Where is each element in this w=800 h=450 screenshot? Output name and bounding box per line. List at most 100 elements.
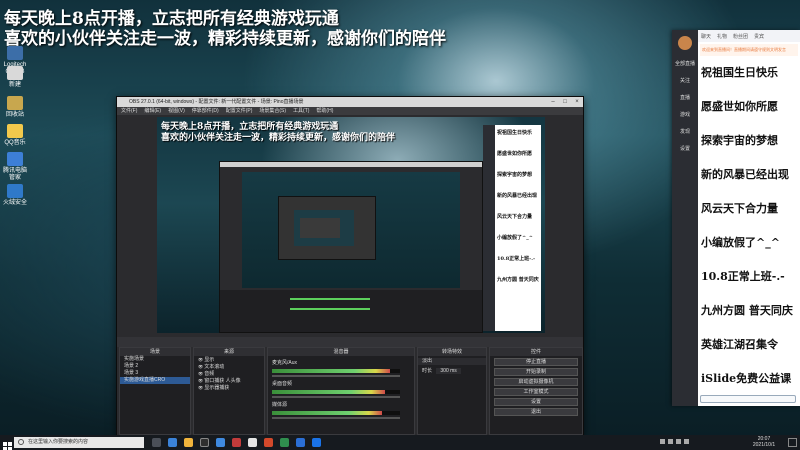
- mini-chat-message: 10.8正常上班-.-: [497, 256, 536, 262]
- taskbar-search-input[interactable]: 在这里输入你要搜索的内容: [14, 437, 144, 448]
- stream-overlay-line-2: 喜欢的小伙伴关注走一波，精彩持续更新，感谢你们的陪伴: [4, 29, 446, 49]
- mini-chat-message: 九州方圆 普天同庆: [497, 277, 539, 283]
- system-tray[interactable]: [660, 439, 720, 446]
- scene-item[interactable]: 实施场景: [120, 356, 190, 363]
- chat-message: 探索宇宙的梦想: [701, 134, 778, 147]
- mixer-channel-name: 桌面音频: [272, 381, 293, 387]
- chat-tab[interactable]: 礼物: [717, 33, 727, 40]
- chat-message: 新的风暴已经出现: [701, 168, 789, 181]
- desktop-icon[interactable]: 新建: [2, 66, 28, 89]
- menu-item[interactable]: 停靠部件(D): [192, 108, 219, 114]
- chat-message: 祝祖国生日快乐: [701, 66, 778, 79]
- source-item[interactable]: 👁 窗口捕获 人头像: [194, 377, 264, 384]
- scene-item[interactable]: 场景 2: [120, 363, 190, 370]
- desktop-icon[interactable]: 腾讯电脑管家: [2, 152, 28, 181]
- menu-item[interactable]: 编辑(E): [144, 108, 161, 114]
- duration-label: 时长: [422, 368, 433, 374]
- ime-icon[interactable]: [684, 439, 689, 444]
- transitions-header: 转场特效: [418, 348, 486, 356]
- desktop-icon[interactable]: QQ音乐: [2, 124, 28, 147]
- taskbar: 在这里输入你要搜索的内容 20:07 2021/10/1: [0, 435, 800, 450]
- desktop-icon-label: 新建: [8, 82, 21, 88]
- scene-item[interactable]: 实施游戏直播CRO: [120, 377, 190, 384]
- desktop-icon[interactable]: 火绒安全: [2, 184, 28, 207]
- chat-sidebar-item[interactable]: 游戏: [672, 111, 698, 118]
- obs-taskbar-icon[interactable]: [200, 438, 209, 447]
- desktop-app-icon: [7, 152, 23, 166]
- control-button[interactable]: 工作室模式: [494, 388, 578, 396]
- control-button[interactable]: 启动虚拟摄像机: [494, 378, 578, 386]
- menu-item[interactable]: 视图(V): [168, 108, 185, 114]
- control-button[interactable]: 设置: [494, 398, 578, 406]
- chat-sidebar-item[interactable]: 全部直播: [672, 60, 698, 67]
- avatar[interactable]: [678, 36, 692, 50]
- chat-tab[interactable]: 聊天: [701, 33, 711, 40]
- duration-input[interactable]: 300 ms: [436, 368, 461, 374]
- chat-sidebar-item[interactable]: 直播: [672, 94, 698, 101]
- chat-tab[interactable]: 贵宾: [754, 33, 764, 40]
- mixer-channel: 麦克风/Aux: [268, 360, 414, 377]
- chat-tab[interactable]: 粉丝团: [733, 33, 748, 40]
- notification-icon[interactable]: [788, 438, 797, 447]
- chat-sidebar-item[interactable]: 发现: [672, 128, 698, 135]
- browser-icon[interactable]: [168, 438, 177, 447]
- scene-item[interactable]: 场景 3: [120, 370, 190, 377]
- game-icon[interactable]: [248, 438, 257, 447]
- mixer-dock: 混音器 麦克风/Aux 桌面音频媒体源: [267, 347, 415, 435]
- volume-icon[interactable]: [676, 439, 681, 444]
- chat-message: 愿盛世如你所愿: [701, 100, 778, 113]
- minimize-icon[interactable]: –: [547, 97, 559, 107]
- control-button[interactable]: 开始录制: [494, 368, 578, 376]
- desktop-icon-label: 火绒安全: [2, 200, 27, 206]
- mini-chat-message: 小编放假了^_^: [497, 235, 533, 241]
- source-item[interactable]: 👁 显示: [194, 356, 264, 363]
- app-icon[interactable]: [232, 438, 241, 447]
- control-button[interactable]: 退出: [494, 408, 578, 416]
- obs-preview[interactable]: 每天晚上8点开播，立志把所有经典游戏玩通 喜欢的小伙伴关注走一波，精彩持续更新，…: [157, 117, 545, 333]
- scenes-header: 场景: [120, 348, 190, 356]
- folder-icon[interactable]: [184, 438, 193, 447]
- chat-input[interactable]: [700, 395, 796, 403]
- transition-type-select[interactable]: 淡出: [418, 358, 486, 365]
- chat-sidebar-item[interactable]: 设置: [672, 145, 698, 152]
- wechat-icon[interactable]: [280, 438, 289, 447]
- obs-titlebar[interactable]: OBS 27.0.1 (64-bit, windows) - 配置文件: 新一代…: [117, 97, 583, 107]
- mini-chat-message: 愿盛世如你所愿: [497, 151, 533, 157]
- mixer-header: 混音器: [268, 348, 414, 356]
- desktop-icon-label: 腾讯电脑管家: [2, 168, 27, 181]
- menu-item[interactable]: 场景集合(S): [259, 108, 286, 114]
- menu-item[interactable]: 文件(F): [121, 108, 137, 114]
- qq-icon[interactable]: [216, 438, 225, 447]
- sources-header: 来源: [194, 348, 264, 356]
- nested-obs-capture: [219, 161, 483, 333]
- volume-slider[interactable]: [272, 375, 400, 377]
- mini-chat-message: 风云天下合力量: [497, 214, 533, 220]
- scenes-dock: 场景 实施场景 场景 2 场景 3 实施游戏直播CRO: [119, 347, 191, 435]
- obs-window[interactable]: OBS 27.0.1 (64-bit, windows) - 配置文件: 新一代…: [116, 96, 584, 436]
- powerpoint-icon[interactable]: [264, 438, 273, 447]
- word-icon[interactable]: [296, 438, 305, 447]
- task-view-icon[interactable]: [152, 438, 161, 447]
- chat-sidebar-item[interactable]: 关注: [672, 77, 698, 84]
- source-item[interactable]: 👁 文本滚动: [194, 363, 264, 370]
- source-item[interactable]: 👁 显示器捕获: [194, 384, 264, 391]
- menu-item[interactable]: 工具(T): [293, 108, 309, 114]
- windows-start-icon[interactable]: [3, 438, 12, 450]
- close-icon[interactable]: ×: [571, 97, 583, 107]
- edge-icon[interactable]: [312, 438, 321, 447]
- desktop-app-icon: [7, 66, 23, 80]
- menu-item[interactable]: 配置文件(P): [226, 108, 253, 114]
- tray-chevron-icon[interactable]: [660, 439, 665, 444]
- volume-slider[interactable]: [272, 396, 400, 398]
- source-item[interactable]: 👁 音频: [194, 370, 264, 377]
- mixer-channel-name: 媒体源: [272, 402, 288, 408]
- maximize-icon[interactable]: □: [559, 97, 571, 107]
- network-icon[interactable]: [668, 439, 673, 444]
- clock[interactable]: 20:07 2021/10/1: [744, 436, 784, 448]
- nested-chat-capture: 祝祖国生日快乐 愿盛世如你所愿 探索宇宙的梦想 新的风暴已经出现 风云天下合力量 小编放假…: [495, 125, 541, 331]
- chat-message: 10.8正常上班-.-: [701, 270, 785, 283]
- desktop-icon[interactable]: 回收站: [2, 96, 28, 119]
- volume-slider[interactable]: [272, 417, 400, 419]
- menu-item[interactable]: 帮助(H): [316, 108, 333, 114]
- control-button[interactable]: 停止直播: [494, 358, 578, 366]
